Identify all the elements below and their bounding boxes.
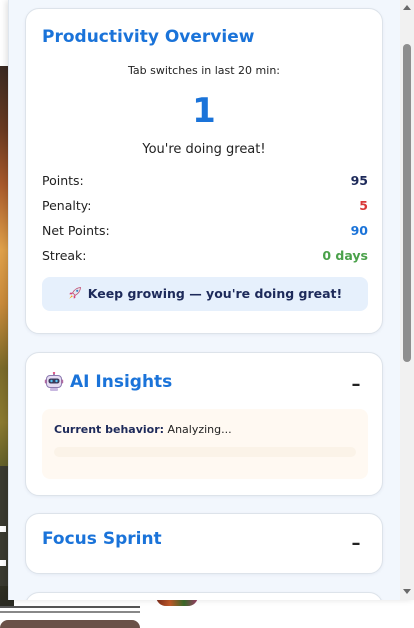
robot-icon bbox=[44, 371, 64, 392]
tab-switches-caption: Tab switches in last 20 min: bbox=[127, 64, 281, 77]
stat-row-points: Points: 95 bbox=[42, 173, 368, 191]
stat-row-penalty: Penalty: 5 bbox=[42, 198, 368, 216]
current-behavior-value: Analyzing... bbox=[167, 423, 232, 436]
encouragement-banner: Keep growing — you're doing great! bbox=[42, 277, 368, 311]
behavior-placeholder-bar bbox=[54, 447, 356, 457]
stat-value-streak: 0 days bbox=[322, 248, 368, 263]
current-behavior-box: Current behavior: Analyzing... bbox=[42, 409, 368, 479]
overview-title: Productivity Overview bbox=[42, 27, 255, 47]
focus-sprint-card: Focus Sprint – bbox=[25, 513, 383, 574]
current-behavior-text: Current behavior: Analyzing... bbox=[54, 423, 232, 436]
extension-panel: Productivity Overview Tab switches in la… bbox=[8, 0, 414, 600]
ai-insights-card: AI Insights – Current behavior: Analyzin… bbox=[25, 352, 383, 496]
sprint-title: Focus Sprint bbox=[42, 529, 162, 549]
insights-title: AI Insights bbox=[70, 372, 173, 392]
stat-row-streak: Streak: 0 days bbox=[42, 248, 368, 266]
stat-value-penalty: 5 bbox=[359, 198, 368, 213]
sprint-collapse-button[interactable]: – bbox=[348, 535, 364, 553]
scroll-down-arrow-icon[interactable] bbox=[403, 589, 411, 594]
background-page-footer bbox=[0, 605, 140, 628]
stat-label-streak: Streak: bbox=[42, 248, 87, 263]
scrollbar-thumb[interactable] bbox=[403, 44, 411, 362]
productivity-overview-card: Productivity Overview Tab switches in la… bbox=[25, 8, 383, 334]
stat-value-net-points: 90 bbox=[350, 223, 368, 238]
stat-row-net-points: Net Points: 90 bbox=[42, 223, 368, 241]
screen: Productivity Overview Tab switches in la… bbox=[0, 0, 414, 628]
rocket-icon bbox=[68, 277, 82, 311]
tab-switches-count: 1 bbox=[192, 91, 216, 131]
status-message: You're doing great! bbox=[142, 142, 266, 157]
stat-label-points: Points: bbox=[42, 173, 84, 188]
stat-value-points: 95 bbox=[350, 173, 368, 188]
next-card-peek bbox=[25, 592, 383, 600]
stat-label-penalty: Penalty: bbox=[42, 198, 92, 213]
current-behavior-label: Current behavior: bbox=[54, 423, 165, 436]
banner-text: Keep growing — you're doing great! bbox=[87, 286, 343, 301]
panel-scrollbar[interactable] bbox=[400, 0, 414, 600]
scroll-up-arrow-icon[interactable] bbox=[403, 5, 411, 10]
stat-label-net-points: Net Points: bbox=[42, 223, 110, 238]
insights-collapse-button[interactable]: – bbox=[348, 376, 364, 394]
